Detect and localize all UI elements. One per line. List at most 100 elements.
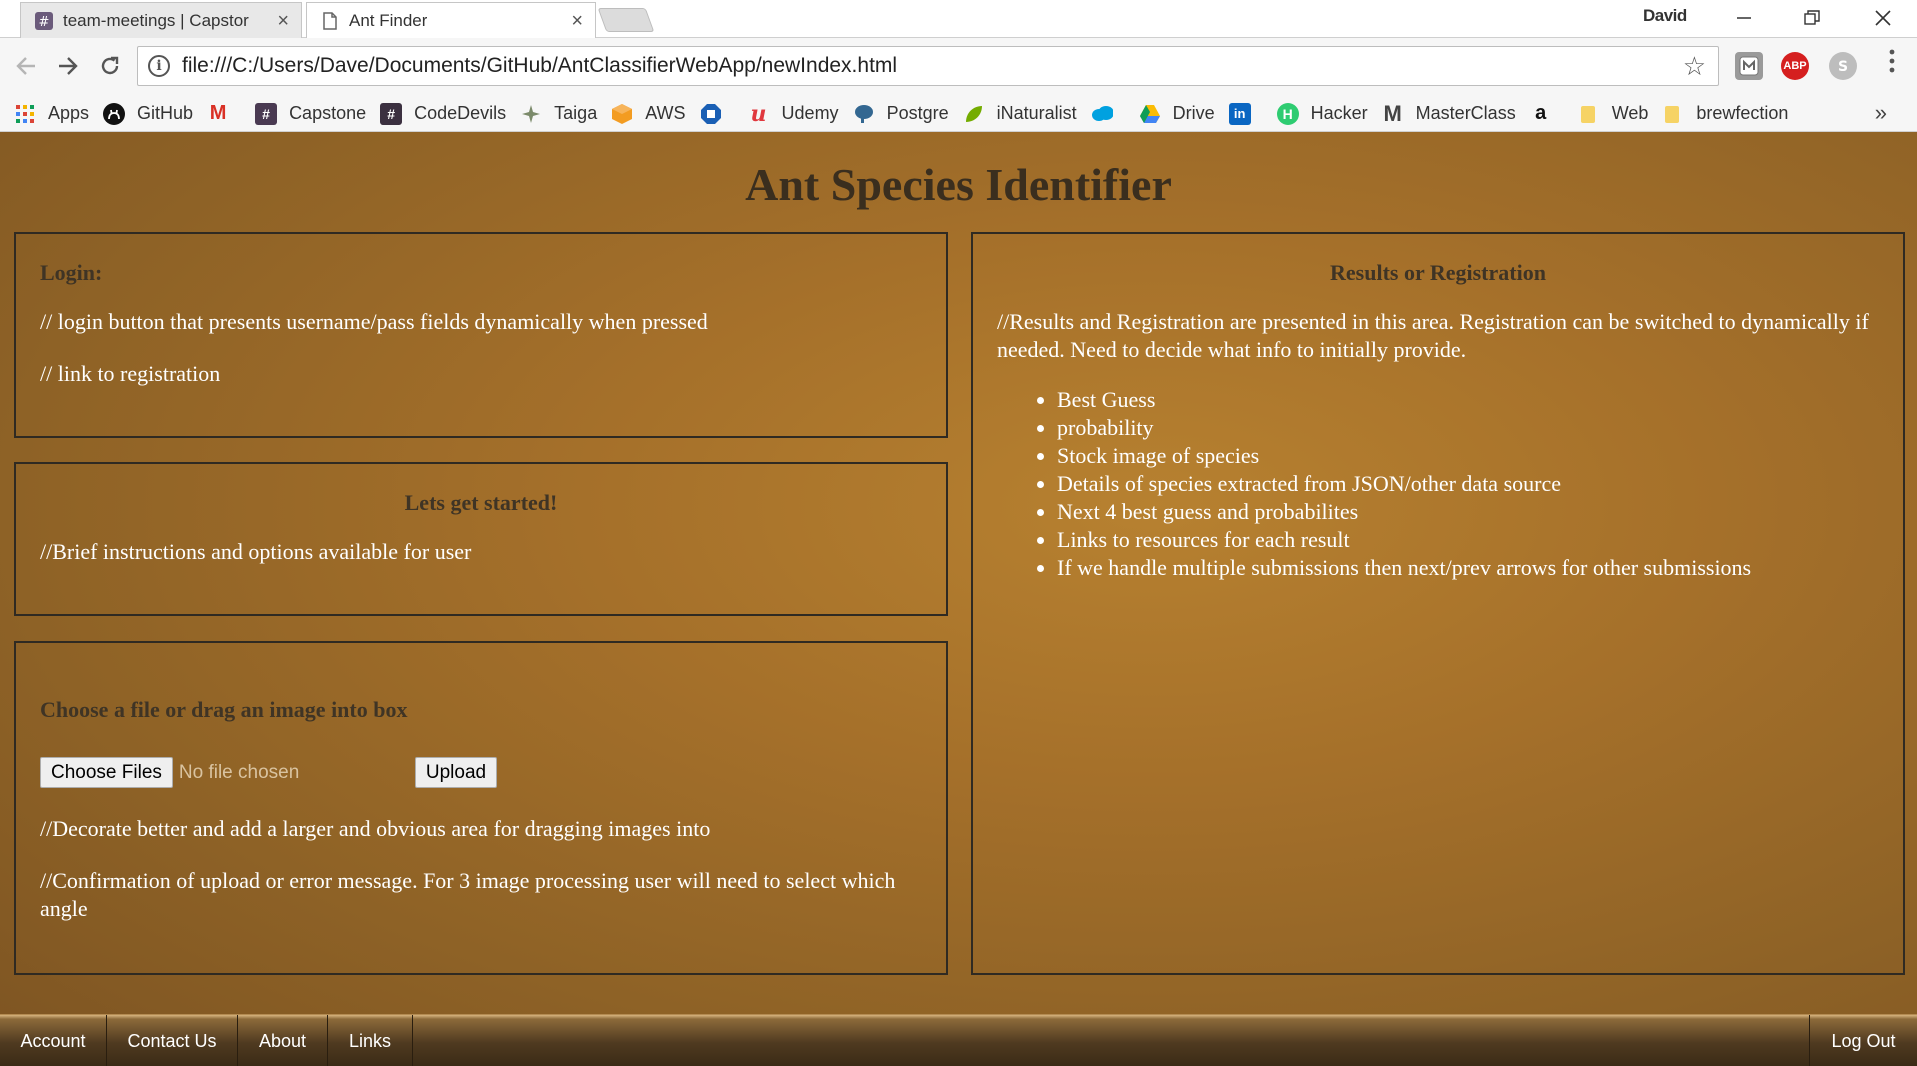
upload-heading: Choose a file or drag an image into box bbox=[40, 697, 408, 722]
get-started-panel: Lets get started! //Brief instructions a… bbox=[14, 462, 948, 616]
bookmark-label: iNaturalist bbox=[996, 103, 1077, 123]
slack-hash-icon: # bbox=[35, 11, 53, 30]
bookmark-masterclass[interactable]: M MasterClass bbox=[1375, 99, 1523, 129]
hacker-icon: H bbox=[1276, 102, 1299, 125]
bookmark-amazon[interactable]: a bbox=[1523, 99, 1571, 129]
list-item: probability bbox=[1057, 414, 1751, 442]
bookmarks-bar: Apps GitHub M # Capstone # CodeDevils Ta… bbox=[0, 96, 1917, 132]
masterclass-icon: M bbox=[1383, 100, 1402, 126]
bookmark-label: MasterClass bbox=[1415, 103, 1516, 123]
bookmark-label: Postgre bbox=[886, 103, 949, 123]
list-item: Details of species extracted from JSON/o… bbox=[1057, 470, 1751, 498]
chrome-menu-icon[interactable] bbox=[1882, 48, 1902, 74]
folder-icon bbox=[1662, 103, 1684, 125]
bookmark-label: brewfection bbox=[1696, 103, 1789, 123]
reload-icon[interactable] bbox=[92, 48, 128, 84]
adblock-plus-icon[interactable]: ABP bbox=[1781, 52, 1809, 80]
footer-nav: Account Contact Us About Links Log Out bbox=[0, 1014, 1917, 1066]
close-tab-icon[interactable]: × bbox=[571, 10, 583, 33]
list-item: Next 4 best guess and probabilites bbox=[1057, 498, 1751, 526]
bookmark-web[interactable]: Web bbox=[1571, 99, 1656, 129]
info-icon[interactable]: i bbox=[148, 55, 170, 77]
salesforce-icon bbox=[1091, 103, 1113, 125]
logout-link[interactable]: Log Out bbox=[1809, 1015, 1917, 1066]
back-arrow-icon[interactable] bbox=[8, 48, 44, 84]
bookmark-label: Apps bbox=[48, 103, 90, 123]
svg-text:#: # bbox=[39, 15, 50, 30]
bookmark-label: Taiga bbox=[554, 103, 598, 123]
new-tab-button[interactable] bbox=[597, 8, 655, 32]
profile-name[interactable]: David bbox=[1643, 6, 1687, 26]
nav-links-link[interactable]: Links bbox=[328, 1015, 413, 1066]
skype-icon[interactable]: S bbox=[1829, 52, 1857, 80]
nav-contact-us-link[interactable]: Contact Us bbox=[107, 1015, 238, 1066]
bookmark-taiga[interactable]: Taiga bbox=[513, 99, 604, 129]
nav-account-link[interactable]: Account bbox=[0, 1015, 107, 1066]
inaturalist-icon bbox=[963, 103, 985, 125]
url-text[interactable]: file:///C:/Users/Dave/Documents/GitHub/A… bbox=[182, 54, 897, 78]
bookmark-salesforce[interactable] bbox=[1084, 99, 1132, 129]
login-heading: Login: bbox=[40, 260, 103, 285]
bookmark-inaturalist[interactable]: iNaturalist bbox=[956, 99, 1084, 129]
amazon-icon: a bbox=[1535, 102, 1547, 124]
bookmark-label: Drive bbox=[1172, 103, 1215, 123]
tab-title: team-meetings | Capstor bbox=[63, 10, 249, 30]
bookmark-star-icon[interactable]: ☆ bbox=[1683, 51, 1706, 82]
results-panel: Results or Registration //Results and Re… bbox=[971, 232, 1905, 975]
bookmark-capstone[interactable]: # Capstone bbox=[248, 99, 373, 129]
bookmark-label: Capstone bbox=[289, 103, 367, 123]
tab-ant-finder[interactable]: Ant Finder × bbox=[306, 2, 596, 38]
forward-arrow-icon[interactable] bbox=[50, 48, 86, 84]
close-window-icon[interactable] bbox=[1851, 0, 1915, 36]
file-status: No file chosen bbox=[178, 761, 300, 783]
bookmark-aws[interactable]: AWS bbox=[604, 99, 692, 129]
hash-icon: # bbox=[380, 102, 403, 125]
bookmark-github[interactable]: GitHub bbox=[96, 99, 200, 129]
restore-icon[interactable] bbox=[1780, 0, 1844, 36]
list-item: Stock image of species bbox=[1057, 442, 1751, 470]
address-bar[interactable]: i file:///C:/Users/Dave/Documents/GitHub… bbox=[137, 46, 1719, 86]
upload-panel[interactable]: Choose a file or drag an image into box … bbox=[14, 641, 948, 975]
apps-grid-icon bbox=[14, 103, 36, 125]
bookmark-gmail[interactable]: M bbox=[200, 99, 248, 129]
gmail-icon: M bbox=[209, 102, 227, 124]
confirmation-note: //Confirmation of upload or error messag… bbox=[40, 868, 896, 921]
more-bookmarks-chevron-icon[interactable]: » bbox=[1875, 100, 1887, 126]
results-list: Best Guess probability Stock image of sp… bbox=[1057, 386, 1751, 582]
tab-title: Ant Finder bbox=[349, 10, 428, 30]
bookmark-brewfection[interactable]: brewfection bbox=[1655, 99, 1795, 129]
results-heading: Results or Registration bbox=[1330, 260, 1546, 285]
drive-icon bbox=[1139, 103, 1161, 125]
mendeley-extension-icon[interactable] bbox=[1735, 52, 1763, 80]
upload-button[interactable]: Upload bbox=[414, 757, 498, 788]
bookmark-apps[interactable]: Apps bbox=[0, 99, 96, 129]
bookmark-codedevils[interactable]: # CodeDevils bbox=[373, 99, 513, 129]
postgres-icon bbox=[853, 103, 875, 125]
list-item: If we handle multiple submissions then n… bbox=[1057, 554, 1751, 582]
bookmark-label: GitHub bbox=[137, 103, 194, 123]
bookmark-chase[interactable] bbox=[693, 99, 741, 129]
get-started-heading: Lets get started! bbox=[404, 490, 558, 515]
close-tab-icon[interactable]: × bbox=[277, 10, 289, 33]
tab-team-meetings[interactable]: # team-meetings | Capstor × bbox=[20, 2, 302, 38]
results-intro: //Results and Registration are presented… bbox=[997, 309, 1869, 362]
bookmark-drive[interactable]: Drive bbox=[1132, 99, 1222, 129]
instructions-note: //Brief instructions and options availab… bbox=[40, 539, 472, 564]
file-input-row: Choose Files No file chosen Upload bbox=[40, 757, 498, 788]
choose-files-button[interactable]: Choose Files bbox=[40, 757, 173, 788]
tab-strip: # team-meetings | Capstor × Ant Finder ×… bbox=[0, 0, 1917, 38]
page-title: Ant Species Identifier bbox=[745, 159, 1172, 210]
bookmark-hacker[interactable]: H Hacker bbox=[1270, 99, 1375, 129]
bookmark-linkedin[interactable]: in bbox=[1222, 99, 1270, 129]
bookmark-label: Hacker bbox=[1310, 103, 1368, 123]
list-item: Links to resources for each result bbox=[1057, 526, 1751, 554]
folder-icon bbox=[1578, 103, 1600, 125]
bookmark-udemy[interactable]: u Udemy bbox=[741, 99, 846, 129]
linkedin-icon: in bbox=[1228, 102, 1251, 125]
page-body: Ant Species Identifier Login: // login b… bbox=[0, 132, 1917, 1066]
minimize-icon[interactable] bbox=[1712, 0, 1776, 36]
nav-about-link[interactable]: About bbox=[238, 1015, 328, 1066]
bookmark-postgre[interactable]: Postgre bbox=[846, 99, 956, 129]
chase-icon bbox=[700, 103, 722, 125]
bookmark-label: CodeDevils bbox=[414, 103, 507, 123]
